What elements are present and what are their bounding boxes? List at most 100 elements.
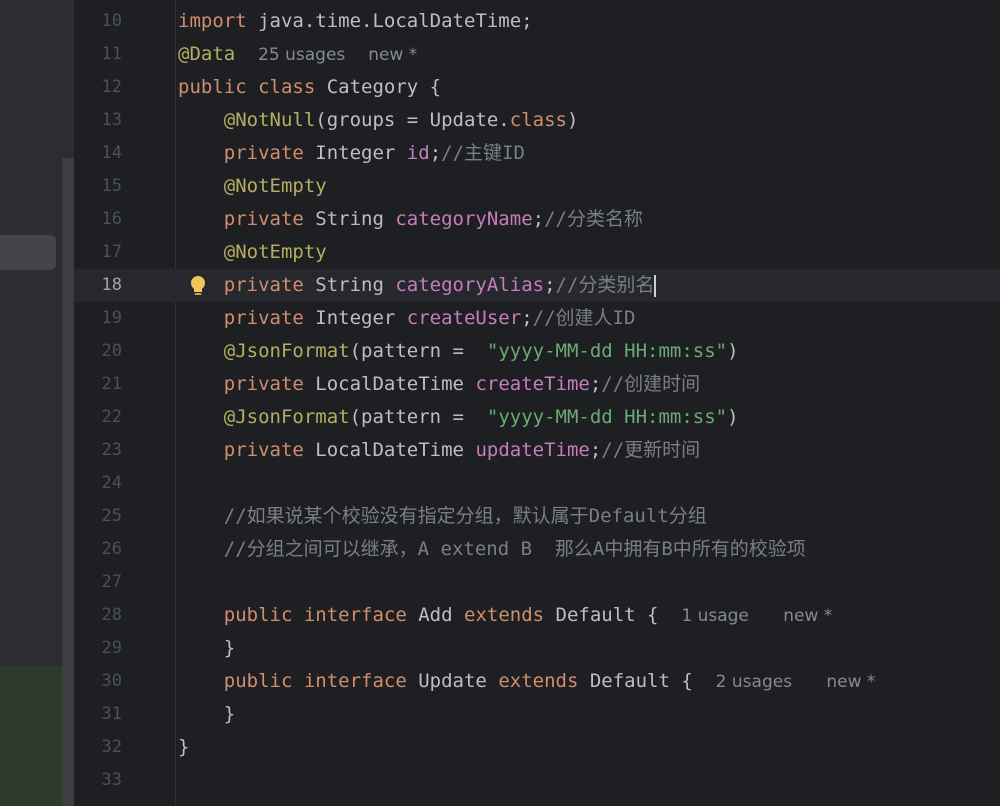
code-text[interactable]: public class Category { <box>178 71 441 104</box>
code-token: ) <box>727 340 739 362</box>
line-number[interactable]: 23 <box>74 434 122 467</box>
code-text[interactable]: public interface Add extends Default { 1… <box>178 599 833 633</box>
line-number[interactable]: 26 <box>74 533 122 566</box>
code-text[interactable]: private LocalDateTime createTime;//创建时间 <box>178 368 700 401</box>
code-text[interactable]: @JsonFormat(pattern = "yyyy-MM-dd HH:mm:… <box>178 335 739 368</box>
line-number[interactable]: 33 <box>74 764 122 797</box>
code-line[interactable]: 26 //分组之间可以继承，A extend B 那么A中拥有B中所有的校验项 <box>74 533 1000 566</box>
line-number[interactable]: 29 <box>74 632 122 665</box>
code-text[interactable]: private Integer id;//主键ID <box>178 137 525 170</box>
code-text[interactable]: private Integer createUser;//创建人ID <box>178 302 636 335</box>
code-line[interactable]: 19 private Integer createUser;//创建人ID <box>74 302 1000 335</box>
code-line[interactable]: 22 @JsonFormat(pattern = "yyyy-MM-dd HH:… <box>74 401 1000 434</box>
line-number[interactable]: 28 <box>74 599 122 632</box>
line-number[interactable]: 14 <box>74 137 122 170</box>
line-number[interactable]: 24 <box>74 467 122 500</box>
inlay-hint[interactable]: new * <box>783 606 832 626</box>
code-text[interactable]: import java.time.LocalDateTime; <box>178 5 533 38</box>
code-line[interactable]: 13 @NotNull(groups = Update.class) <box>74 104 1000 137</box>
code-text[interactable]: @NotEmpty <box>178 236 327 269</box>
code-token: updateTime <box>475 439 590 461</box>
line-number[interactable]: 11 <box>74 38 122 71</box>
code-line[interactable]: 31 } <box>74 698 1000 731</box>
inlay-hint[interactable]: 2 usages <box>716 672 792 692</box>
line-number[interactable]: 21 <box>74 368 122 401</box>
code-text[interactable]: @Data 25 usages new * <box>178 38 417 72</box>
code-line[interactable]: 21 private LocalDateTime createTime;//创建… <box>74 368 1000 401</box>
code-text[interactable]: @JsonFormat(pattern = "yyyy-MM-dd HH:mm:… <box>178 401 739 434</box>
code-token: ) <box>566 109 579 131</box>
project-panel-scrollbar[interactable] <box>62 158 74 806</box>
line-number[interactable]: 22 <box>74 401 122 434</box>
code-token: (pattern = <box>349 340 487 362</box>
line-number[interactable]: 20 <box>74 335 122 368</box>
code-line[interactable]: 11 @Data 25 usages new * <box>74 38 1000 71</box>
code-text[interactable]: //分组之间可以继承，A extend B 那么A中拥有B中所有的校验项 <box>178 533 806 566</box>
code-text[interactable]: private String categoryName;//分类名称 <box>178 203 643 236</box>
code-line[interactable]: 10 import java.time.LocalDateTime; <box>74 5 1000 38</box>
code-line[interactable]: 30 public interface Update extends Defau… <box>74 665 1000 698</box>
line-number[interactable]: 12 <box>74 71 122 104</box>
inlay-hint[interactable]: new * <box>826 672 875 692</box>
code-line[interactable]: 24 <box>74 467 1000 500</box>
line-number[interactable]: 32 <box>74 731 122 764</box>
code-text[interactable]: } <box>178 698 235 731</box>
code-line[interactable]: 12 public class Category { <box>74 71 1000 104</box>
project-panel[interactable] <box>0 0 74 806</box>
code-token: ; <box>429 142 442 164</box>
line-number[interactable]: 16 <box>74 203 122 236</box>
code-token: createTime <box>475 373 590 395</box>
code-line[interactable]: 20 @JsonFormat(pattern = "yyyy-MM-dd HH:… <box>74 335 1000 368</box>
line-number[interactable]: 15 <box>74 170 122 203</box>
project-tree-selected-item[interactable] <box>0 235 56 270</box>
code-token: String <box>303 274 396 296</box>
code-token: //分组之间可以继承，A extend B 那么A中拥有B中所有的校验项 <box>223 538 806 560</box>
code-text[interactable]: } <box>178 731 189 764</box>
line-number[interactable]: 27 <box>74 566 122 599</box>
line-number[interactable]: 18 <box>74 269 122 302</box>
code-token: "yyyy-MM-dd HH:mm:ss" <box>486 340 728 362</box>
code-line[interactable]: 29 } <box>74 632 1000 665</box>
code-token: Default { <box>578 670 716 692</box>
line-number[interactable]: 30 <box>74 665 122 698</box>
code-line[interactable]: 16 private String categoryName;//分类名称 <box>74 203 1000 236</box>
code-token: id <box>406 142 430 164</box>
code-line[interactable]: 23 private LocalDateTime updateTime;//更新… <box>74 434 1000 467</box>
code-line[interactable]: 28 public interface Add extends Default … <box>74 599 1000 632</box>
code-line[interactable]: 32} <box>74 731 1000 764</box>
line-number[interactable]: 17 <box>74 236 122 269</box>
code-line[interactable]: 14 private Integer id;//主键ID <box>74 137 1000 170</box>
code-text[interactable]: @NotEmpty <box>178 170 327 203</box>
line-number[interactable]: 19 <box>74 302 122 335</box>
project-tree-highlight <box>0 666 62 806</box>
code-text[interactable]: private String categoryAlias;//分类别名 <box>178 269 657 302</box>
inlay-hint[interactable]: 1 usage <box>681 606 749 626</box>
line-number[interactable]: 31 <box>74 698 122 731</box>
line-number[interactable]: 10 <box>74 5 122 38</box>
code-line[interactable]: 27 <box>74 566 1000 599</box>
code-token: extends <box>498 670 579 692</box>
code-line[interactable]: 25 //如果说某个校验没有指定分组，默认属于Default分组 <box>74 500 1000 533</box>
code-line[interactable]: 15 @NotEmpty <box>74 170 1000 203</box>
code-line[interactable]: 33 <box>74 764 1000 797</box>
line-number[interactable]: 13 <box>74 104 122 137</box>
inlay-hint[interactable]: 25 usages <box>258 45 345 65</box>
line-number[interactable]: 25 <box>74 500 122 533</box>
code-text[interactable]: //如果说某个校验没有指定分组，默认属于Default分组 <box>178 500 707 533</box>
code-line[interactable]: 17 @NotEmpty <box>74 236 1000 269</box>
code-text[interactable]: private LocalDateTime updateTime;//更新时间 <box>178 434 700 467</box>
inlay-hint[interactable]: new * <box>368 45 417 65</box>
code-token: private <box>223 439 304 461</box>
code-text[interactable]: public interface Update extends Default … <box>178 665 876 699</box>
code-text[interactable]: @NotNull(groups = Update.class) <box>178 104 579 137</box>
code-text[interactable]: } <box>178 632 235 665</box>
code-line[interactable]: 18 private String categoryAlias;//分类别名 <box>74 269 1000 302</box>
